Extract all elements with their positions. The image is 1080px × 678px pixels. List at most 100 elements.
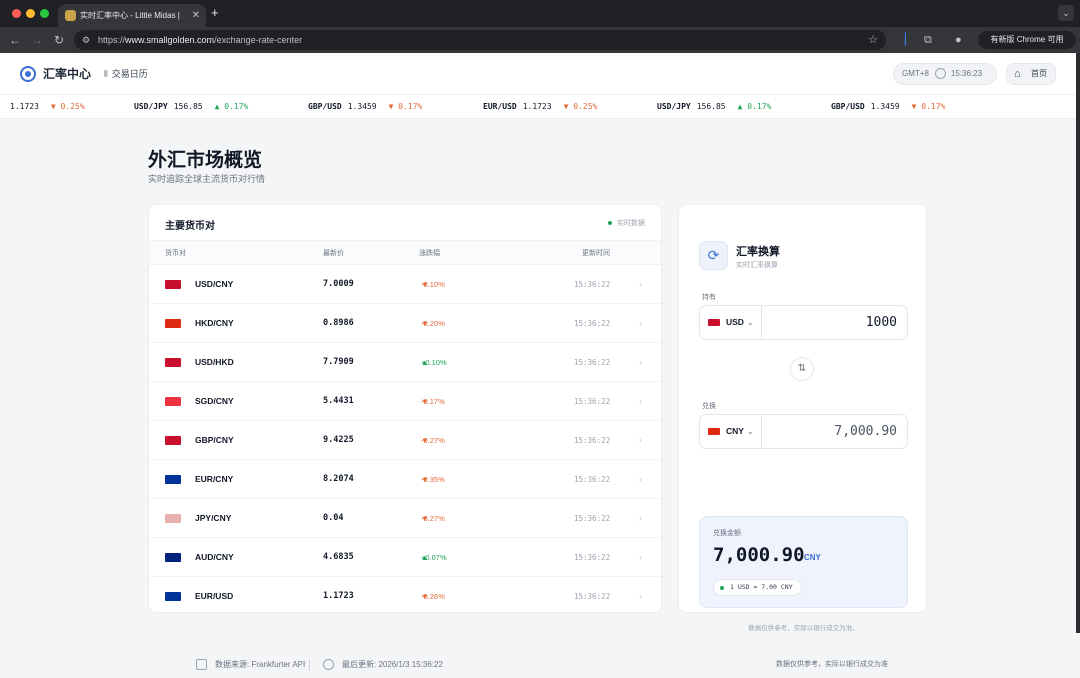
chrome-update-button[interactable]: 有新版 Chrome 可用 bbox=[978, 31, 1076, 49]
footer-disclaimer: 数据仅供参考，实际以银行成交为准 bbox=[776, 661, 888, 668]
ticker-change: 0.25% bbox=[573, 102, 598, 111]
extensions-icon[interactable]: ⧉ bbox=[924, 33, 932, 47]
row-pair: USD/CNY bbox=[195, 279, 234, 289]
ticker-rate: 1.1723 bbox=[522, 102, 552, 111]
new-tab-button[interactable]: + bbox=[211, 4, 219, 22]
row-price: 4.6835 bbox=[323, 552, 354, 562]
row-change-value: +0.10% bbox=[421, 358, 447, 367]
chevron-right-icon[interactable]: › bbox=[639, 304, 642, 343]
live-dot-icon bbox=[608, 221, 612, 226]
row-time: 15:36:22 bbox=[574, 358, 611, 367]
rate-badge: 1 USD = 7.00 CNY bbox=[713, 579, 802, 596]
exchange-icon: ⟳ bbox=[699, 241, 728, 270]
home-button[interactable]: ⌂ 首页 bbox=[1006, 63, 1056, 85]
brand-title[interactable]: 汇率中心 bbox=[43, 65, 91, 82]
page-title: 外汇市场概览 bbox=[148, 150, 263, 171]
tab-search-icon[interactable]: ⌄ bbox=[1058, 5, 1074, 21]
reload-icon[interactable]: ↻ bbox=[54, 32, 64, 48]
ticker-arrow-icon: ▼ bbox=[911, 102, 917, 111]
chevron-right-icon[interactable]: › bbox=[639, 577, 642, 612]
back-icon[interactable]: ← bbox=[9, 32, 21, 48]
minimize-window-button[interactable] bbox=[26, 9, 35, 18]
chevron-right-icon[interactable]: › bbox=[639, 460, 642, 499]
clock-icon bbox=[323, 659, 334, 671]
chevron-right-icon[interactable]: › bbox=[639, 538, 642, 577]
row-pair: EUR/CNY bbox=[195, 474, 234, 484]
browser-tab[interactable]: 实时汇率中心 - Little Midas | ✕ bbox=[58, 4, 206, 27]
usd-flag-icon bbox=[708, 319, 720, 326]
table-row[interactable]: AUD/CNY 4.6835 ▲ +0.07% 15:36:22 › bbox=[149, 538, 661, 577]
table-row[interactable]: HKD/CNY 0.8986 ▼ -0.20% 15:36:22 › bbox=[149, 304, 661, 343]
table-row[interactable]: EUR/CNY 8.2074 ▼ -0.35% 15:36:22 › bbox=[149, 460, 661, 499]
row-pair: EUR/USD bbox=[195, 591, 234, 601]
table-row[interactable]: EUR/USD 1.1723 ▼ -0.26% 15:36:22 › bbox=[149, 577, 661, 612]
close-window-button[interactable] bbox=[12, 9, 21, 18]
from-currency-select[interactable]: USD ⌄ bbox=[700, 306, 762, 339]
currency-flag-icon bbox=[165, 475, 181, 484]
converter-note: 数据仅供参考，实际以银行成交为准。 bbox=[748, 625, 859, 632]
chevron-right-icon[interactable]: › bbox=[639, 499, 642, 538]
row-pair: USD/HKD bbox=[195, 357, 234, 367]
table-row[interactable]: USD/CNY 7.0009 ▼ -0.10% 15:36:22 › bbox=[149, 265, 661, 304]
ticker-item: GBP/USD 1.3459 ▼ 0.17% bbox=[308, 95, 422, 118]
ticker-item: 1.1723 ▼ 0.25% bbox=[4, 95, 85, 118]
table-row[interactable]: SGD/CNY 5.4431 ▼ -0.17% 15:36:22 › bbox=[149, 382, 661, 421]
row-time: 15:36:22 bbox=[574, 514, 611, 523]
col-time: 更新时间 bbox=[582, 250, 610, 257]
row-change-value: -0.35% bbox=[421, 475, 445, 484]
url-host: www.smallgolden.com bbox=[125, 35, 215, 45]
ticker-rate: 1.3459 bbox=[347, 102, 377, 111]
row-price: 0.8986 bbox=[323, 318, 354, 328]
close-tab-icon[interactable]: ✕ bbox=[192, 4, 200, 27]
ticker-item: EUR/USD 1.1723 ▼ 0.25% bbox=[483, 95, 598, 118]
maximize-window-button[interactable] bbox=[40, 9, 49, 18]
chevron-right-icon[interactable]: › bbox=[639, 343, 642, 382]
currency-table-card: 主要货币对 实时数据 货币对 最新价 涨跌幅 更新时间 USD/CNY 7.000… bbox=[148, 204, 662, 613]
extension-indicator-icon[interactable]: ▏ bbox=[905, 33, 913, 47]
row-pair: SGD/CNY bbox=[195, 396, 234, 406]
ticker-arrow-icon: ▼ bbox=[388, 102, 394, 111]
footer-source: 数据来源: Frankfurter API bbox=[196, 659, 305, 671]
row-change-value: -0.20% bbox=[421, 319, 445, 328]
currency-flag-icon bbox=[165, 319, 181, 328]
row-time: 15:36:22 bbox=[574, 592, 611, 601]
to-currency: CNY bbox=[726, 426, 744, 436]
row-price: 1.1723 bbox=[323, 591, 354, 601]
row-change-value: -0.10% bbox=[421, 280, 445, 289]
bookmark-star-icon[interactable]: ☆ bbox=[868, 30, 878, 50]
table-row[interactable]: GBP/CNY 9.4225 ▼ -0.27% 15:36:22 › bbox=[149, 421, 661, 460]
chevron-right-icon[interactable]: › bbox=[639, 265, 642, 304]
row-pair: HKD/CNY bbox=[195, 318, 234, 328]
page-subtitle: 实时追踪全球主流货币对行情 bbox=[148, 174, 266, 184]
logo-icon bbox=[20, 66, 36, 82]
database-icon bbox=[196, 659, 207, 671]
forward-icon[interactable]: → bbox=[31, 32, 43, 48]
ticker-item: USD/JPY 156.85 ▲ 0.17% bbox=[657, 95, 771, 118]
result-panel: 兑换金额 7,000.90 CNY 1 USD = 7.00 CNY bbox=[699, 516, 908, 608]
tab-title: 实时汇率中心 - Little Midas | bbox=[80, 11, 180, 20]
chevron-right-icon[interactable]: › bbox=[639, 382, 642, 421]
to-currency-select[interactable]: CNY ⌄ bbox=[700, 415, 762, 448]
site-info-icon[interactable]: ⚙ bbox=[82, 30, 90, 50]
address-bar[interactable]: ⚙ https://www.smallgolden.com/exchange-r… bbox=[74, 30, 886, 50]
table-scrollbar[interactable] bbox=[661, 240, 662, 490]
timezone-label: GMT+8 bbox=[902, 69, 929, 78]
chevron-right-icon[interactable]: › bbox=[639, 421, 642, 460]
ticker-pair: GBP/USD bbox=[831, 102, 865, 111]
table-row[interactable]: JPY/CNY 0.04 ▼ -0.27% 15:36:22 › bbox=[149, 499, 661, 538]
from-amount-input[interactable]: 1000 bbox=[866, 306, 897, 339]
rate-text: 1 USD = 7.00 CNY bbox=[730, 583, 793, 591]
row-pair: GBP/CNY bbox=[195, 435, 234, 445]
ticker-pair: GBP/USD bbox=[308, 102, 342, 111]
ticker-rate: 1.1723 bbox=[10, 102, 39, 111]
ticker-pair: EUR/USD bbox=[483, 102, 517, 111]
trading-calendar-link[interactable]: ⫴ 交易日历 bbox=[104, 67, 148, 80]
row-time: 15:36:22 bbox=[574, 280, 611, 289]
table-row[interactable]: USD/HKD 7.7909 ▲ +0.10% 15:36:22 › bbox=[149, 343, 661, 382]
profile-avatar-icon[interactable]: ● bbox=[955, 33, 962, 47]
price-ticker: 1.1723 ▼ 0.25% USD/JPY 156.85 ▲ 0.17% GBP/USD… bbox=[0, 95, 1080, 119]
col-pair: 货币对 bbox=[165, 250, 186, 257]
ticker-arrow-icon: ▼ bbox=[50, 102, 56, 111]
ticker-change: 0.17% bbox=[224, 102, 249, 111]
swap-currency-button[interactable]: ⇅ bbox=[790, 357, 814, 381]
